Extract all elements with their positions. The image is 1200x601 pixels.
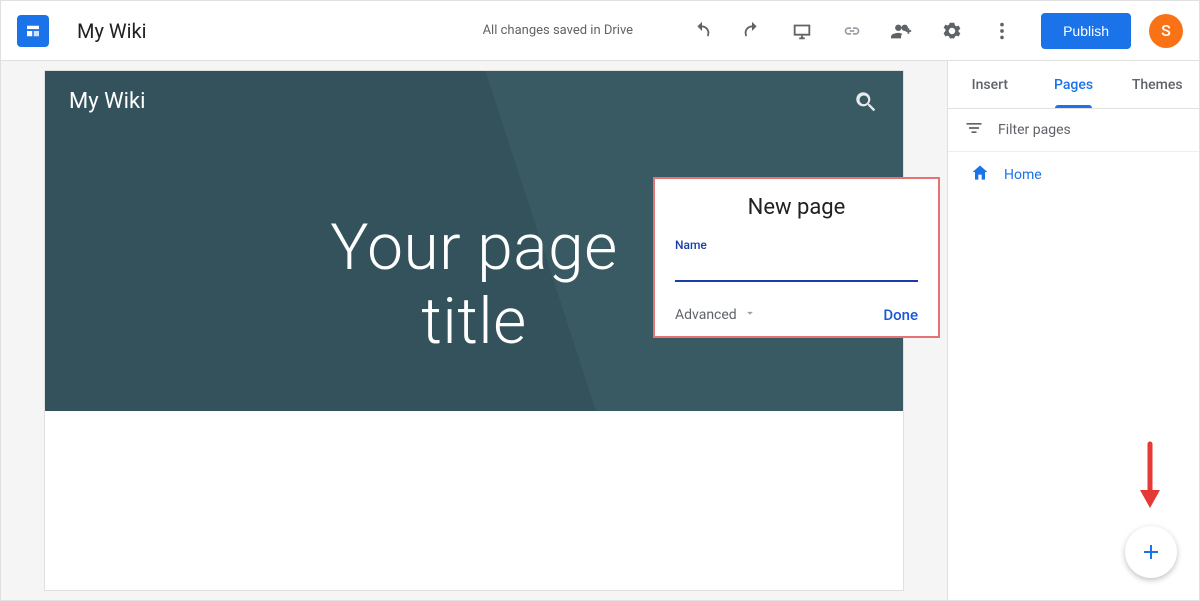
more-button[interactable] xyxy=(981,10,1023,52)
page-item-label: Home xyxy=(1004,167,1042,183)
save-status: All changes saved in Drive xyxy=(483,23,634,38)
new-page-dialog: New page Name Advanced Done xyxy=(653,177,940,338)
dialog-title: New page xyxy=(675,195,918,220)
filter-pages-label: Filter pages xyxy=(998,122,1071,138)
chevron-down-icon xyxy=(743,306,757,324)
tab-insert[interactable]: Insert xyxy=(948,61,1032,108)
settings-button[interactable] xyxy=(931,10,973,52)
home-icon xyxy=(970,163,990,187)
redo-button[interactable] xyxy=(731,10,773,52)
advanced-label: Advanced xyxy=(675,307,737,323)
share-button[interactable] xyxy=(881,10,923,52)
filter-icon xyxy=(964,118,984,142)
top-toolbar: My Wiki All changes saved in Drive Publi… xyxy=(1,1,1199,61)
publish-button[interactable]: Publish xyxy=(1041,13,1131,49)
account-avatar[interactable]: S xyxy=(1149,14,1183,48)
name-field-label: Name xyxy=(675,238,918,252)
tab-themes[interactable]: Themes xyxy=(1115,61,1199,108)
page-item-home[interactable]: Home xyxy=(948,152,1199,198)
link-button[interactable] xyxy=(831,10,873,52)
side-panel: Insert Pages Themes Filter pages Home xyxy=(947,61,1199,600)
advanced-toggle[interactable]: Advanced xyxy=(675,306,757,324)
annotation-arrow xyxy=(1137,440,1163,514)
tab-pages[interactable]: Pages xyxy=(1032,61,1116,108)
app-icon[interactable] xyxy=(17,15,49,47)
filter-pages-row[interactable]: Filter pages xyxy=(948,109,1199,152)
undo-button[interactable] xyxy=(681,10,723,52)
page-name-input[interactable] xyxy=(675,252,918,282)
done-button[interactable]: Done xyxy=(883,306,918,324)
document-title[interactable]: My Wiki xyxy=(77,19,147,43)
site-search-icon[interactable] xyxy=(853,89,879,119)
site-title[interactable]: My Wiki xyxy=(69,89,145,114)
side-panel-tabs: Insert Pages Themes xyxy=(948,61,1199,109)
preview-button[interactable] xyxy=(781,10,823,52)
add-page-fab[interactable] xyxy=(1125,526,1177,578)
